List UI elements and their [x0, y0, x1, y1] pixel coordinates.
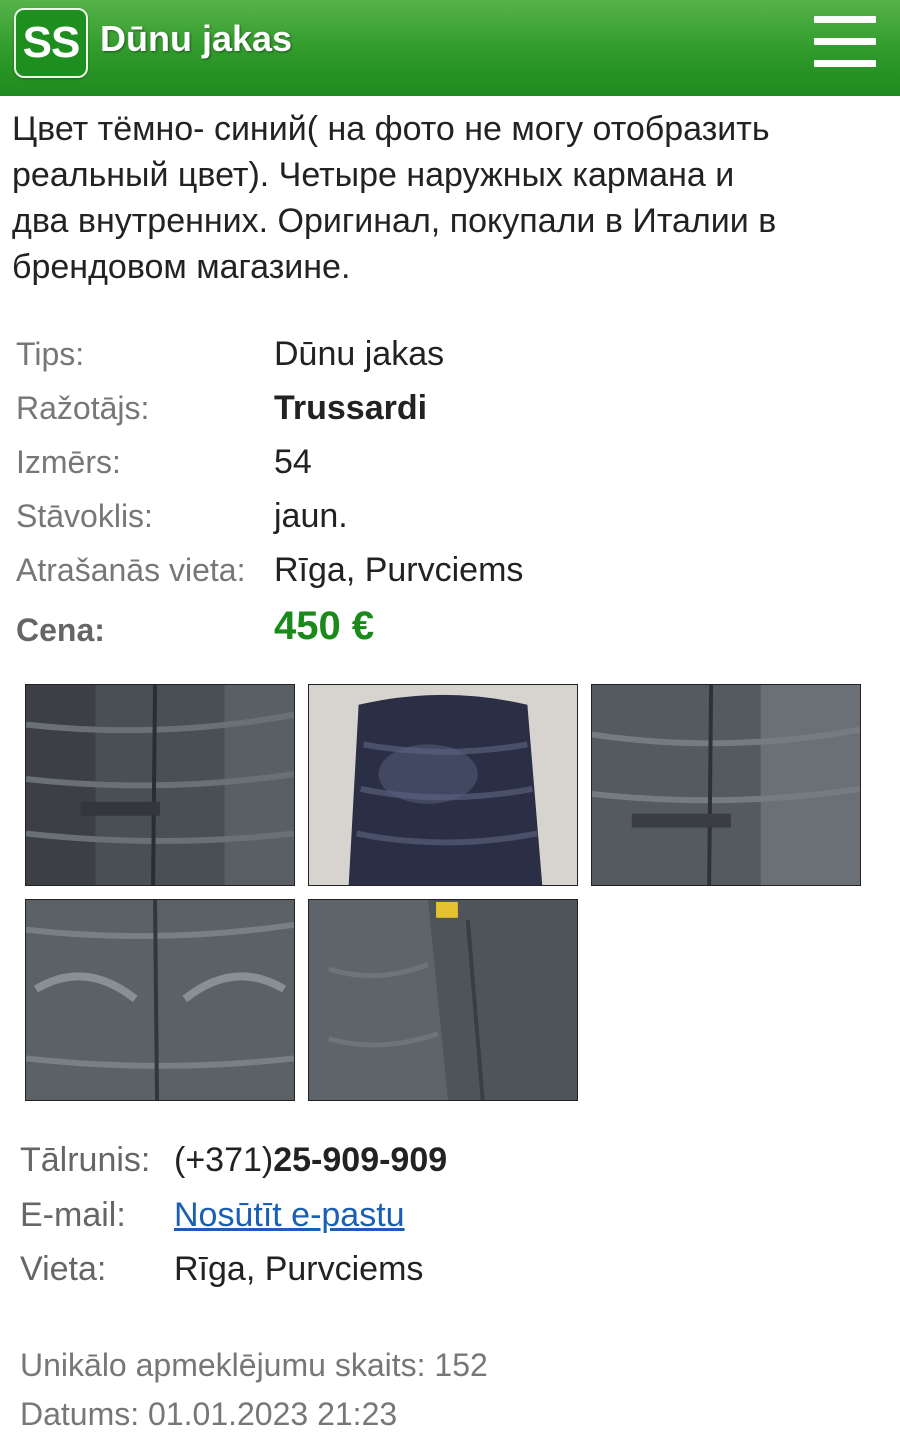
ad-date: Datums: 01.01.2023 21:23: [20, 1396, 398, 1432]
jacket-photo-image: [26, 685, 294, 885]
email-label: E-mail:: [20, 1196, 126, 1234]
phone-prefix: (+371): [174, 1141, 274, 1179]
description-line: реальный цвет). Четыре наружных кармана …: [12, 156, 735, 194]
photo-thumbnail-5[interactable]: [308, 899, 578, 1101]
location-value: Rīga, Purvciems: [274, 551, 524, 589]
option-row-condition: Stāvoklis: jaun.: [16, 492, 886, 546]
phone-number[interactable]: 25-909-909: [273, 1141, 447, 1179]
photo-thumbnail-2[interactable]: [308, 684, 578, 886]
option-row-location: Atrašanās vieta: Rīga, Purvciems: [16, 546, 886, 600]
condition-label: Stāvoklis:: [16, 498, 153, 534]
description-line: два внутренних. Оригинал, покупали в Ита…: [12, 202, 777, 240]
ss-logo[interactable]: SS: [14, 8, 88, 78]
location-label: Atrašanās vieta:: [16, 552, 246, 588]
size-value: 54: [274, 443, 312, 481]
visit-count: Unikālo apmeklējumu skaits: 152: [20, 1347, 488, 1383]
photo-thumbnail-4[interactable]: [25, 899, 295, 1101]
place-value: Rīga, Purvciems: [174, 1250, 424, 1288]
price-value: 450 €: [274, 604, 375, 648]
ad-description: Цвет тёмно- синий( на фото не могу отобр…: [12, 106, 892, 290]
option-row-maker: Ražotājs: Trussardi: [16, 384, 886, 438]
description-line: брендовом магазине.: [12, 248, 351, 286]
photo-thumbnail-3[interactable]: [591, 684, 861, 886]
jacket-photo-image: [592, 685, 860, 885]
phone-label: Tālrunis:: [20, 1141, 151, 1179]
jacket-photo-image: [309, 685, 577, 885]
menu-bar: [814, 38, 876, 45]
type-label: Tips:: [16, 336, 85, 372]
type-value[interactable]: Dūnu jakas: [274, 335, 444, 374]
jacket-photo-image: [26, 900, 294, 1100]
page-title: Dūnu jakas: [100, 18, 293, 59]
phone-value[interactable]: (+371)25-909-909: [174, 1141, 447, 1180]
maker-value[interactable]: Trussardi: [274, 389, 427, 428]
option-row-type: Tips: Dūnu jakas: [16, 330, 886, 384]
hamburger-menu-icon[interactable]: [814, 16, 876, 68]
option-row-size: Izmērs: 54: [16, 438, 886, 492]
description-line: Цвет тёмно- синий( на фото не могу отобр…: [12, 110, 770, 148]
price-label: Cena:: [16, 612, 105, 648]
option-row-price: Cena: 450 €: [16, 602, 886, 656]
place-label: Vieta:: [20, 1250, 107, 1288]
condition-value: jaun.: [274, 497, 348, 535]
send-email-link[interactable]: Nosūtīt e-pastu: [174, 1196, 405, 1235]
maker-label: Ražotājs:: [16, 390, 150, 426]
size-label: Izmērs:: [16, 444, 121, 480]
photo-thumbnail-1[interactable]: [25, 684, 295, 886]
menu-bar: [814, 16, 876, 23]
jacket-photo-image: [309, 900, 577, 1100]
app-header: SS Dūnu jakas: [0, 0, 900, 96]
menu-bar: [814, 60, 876, 67]
